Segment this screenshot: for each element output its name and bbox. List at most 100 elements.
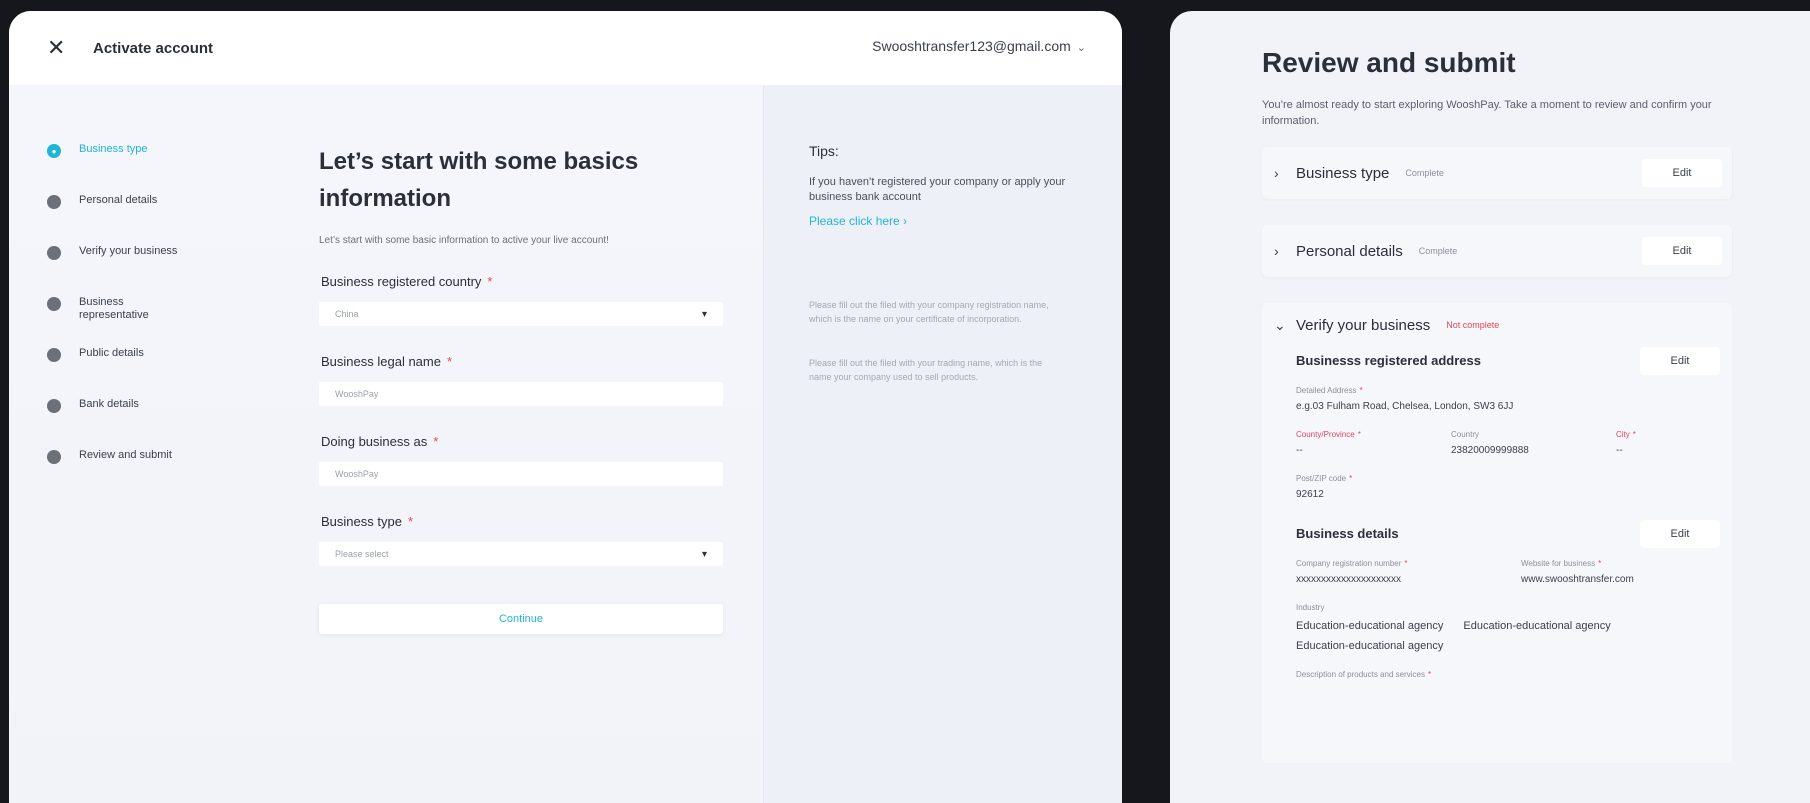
account-menu[interactable]: Swooshtransfer123@gmail.com ⌄: [872, 38, 1086, 54]
section-personal-details[interactable]: › Personal details Complete Edit: [1262, 225, 1732, 277]
field-label: City *: [1616, 430, 1636, 439]
step-label: Business type: [79, 143, 148, 155]
registered-address-block: Businesss registered address Edit Detail…: [1274, 347, 1720, 500]
field-legal-name: Business legal name * WooshPay: [319, 354, 723, 406]
section-business-type[interactable]: › Business type Complete Edit: [1262, 147, 1732, 199]
field-value: 92612: [1296, 489, 1324, 500]
edit-button[interactable]: Edit: [1640, 520, 1720, 548]
tips-panel: Tips: If you haven’t registered your com…: [763, 85, 1122, 803]
form-title: Let’s start with some basics information: [319, 148, 639, 212]
step-icon: [47, 399, 61, 413]
section-verify-business: ⌄ Verify your business Not complete Busi…: [1262, 303, 1732, 763]
section-header[interactable]: ⌄ Verify your business Not complete: [1274, 311, 1720, 339]
business-type-select[interactable]: Please select ▾: [319, 542, 723, 566]
field-value: xxxxxxxxxxxxxxxxxxxxx: [1296, 574, 1401, 585]
field-label: Description of products and services *: [1296, 670, 1432, 679]
field-label: Detailed Address *: [1296, 386, 1363, 395]
chevron-down-icon: ▾: [701, 548, 707, 560]
continue-button[interactable]: Continue: [319, 604, 723, 634]
close-icon[interactable]: ✕: [47, 37, 71, 59]
step-public-details[interactable]: Public details: [47, 347, 189, 398]
section-title: Personal details: [1296, 242, 1403, 260]
top-bar: ✕ Activate account Swooshtransfer123@gma…: [9, 11, 1122, 85]
field-label: Business registered country *: [321, 274, 493, 289]
field-value: --: [1296, 445, 1303, 456]
field-label: Doing business as *: [321, 434, 439, 449]
stepper: ● Business type Personal details Verify …: [47, 143, 189, 500]
step-label: Business representative: [79, 296, 149, 321]
country-select[interactable]: China ▾: [319, 302, 723, 326]
step-label: Verify your business: [79, 245, 178, 257]
section-status: Complete: [1405, 168, 1444, 178]
field-value: 23820009999888: [1451, 445, 1529, 456]
industry-value: Education-educational agency: [1296, 620, 1444, 632]
industry-values: Education-educational agency Education-e…: [1296, 612, 1696, 652]
edit-button[interactable]: Edit: [1642, 159, 1722, 187]
field-label: Business legal name *: [321, 354, 453, 369]
tips-hint-legal-name: Please fill out the filed with your comp…: [809, 300, 1049, 324]
tips-link[interactable]: Please click here ›: [809, 214, 1079, 228]
activate-account-window: ✕ Activate account Swooshtransfer123@gma…: [9, 11, 1122, 803]
field-label: Country: [1451, 430, 1480, 439]
step-icon: [47, 450, 61, 464]
input-value: WooshPay: [335, 389, 379, 399]
edit-button[interactable]: Edit: [1640, 347, 1720, 375]
tips-text: If you haven’t registered your company o…: [809, 176, 1066, 203]
review-content: Review and submit You’re almost ready to…: [1262, 47, 1732, 763]
step-icon: [47, 195, 61, 209]
step-icon: [47, 246, 61, 260]
step-icon: [47, 297, 61, 311]
step-business-type[interactable]: ● Business type: [47, 143, 189, 194]
chevron-down-icon: ▾: [701, 308, 707, 320]
review-subtitle: You’re almost ready to start exploring W…: [1262, 99, 1712, 127]
chevron-right-icon: ›: [1274, 243, 1279, 259]
main-content: ● Business type Personal details Verify …: [9, 85, 763, 803]
industry-value: Education-educational agency: [1463, 620, 1611, 632]
step-verify-business[interactable]: Verify your business: [47, 245, 189, 296]
section-status: Not complete: [1446, 320, 1500, 330]
chevron-down-icon: ⌄: [1076, 42, 1086, 54]
field-value: --: [1616, 445, 1623, 456]
page-title: Activate account: [93, 39, 214, 57]
business-details-block: Business details Edit Company registrati…: [1274, 520, 1720, 679]
field-dba: Doing business as * WooshPay: [319, 434, 723, 486]
account-email: Swooshtransfer123@gmail.com: [872, 38, 1071, 54]
form-subtitle: Let’s start with some basic information …: [319, 235, 609, 246]
field-label: Post/ZIP code *: [1296, 474, 1353, 483]
field-business-type: Business type * Please select ▾: [319, 514, 723, 566]
dba-input[interactable]: WooshPay: [319, 462, 723, 486]
chevron-right-icon: ›: [1274, 165, 1279, 181]
field-label: Website for business *: [1521, 559, 1602, 568]
section-title: Verify your business: [1296, 316, 1431, 334]
step-icon: [47, 348, 61, 362]
step-personal-details[interactable]: Personal details: [47, 194, 189, 245]
field-value: e.g.03 Fulham Road, Chelsea, London, SW3…: [1296, 401, 1514, 412]
step-label: Public details: [79, 347, 144, 359]
review-window: Review and submit You’re almost ready to…: [1170, 11, 1810, 803]
step-review-submit[interactable]: Review and submit: [47, 449, 189, 500]
select-value: China: [335, 309, 359, 319]
field-country: Business registered country * China ▾: [319, 274, 723, 326]
step-business-representative[interactable]: Business representative: [47, 296, 189, 347]
input-value: WooshPay: [335, 469, 379, 479]
legal-name-input[interactable]: WooshPay: [319, 382, 723, 406]
step-bank-details[interactable]: Bank details: [47, 398, 189, 449]
field-value: www.swooshtransfer.com: [1521, 574, 1634, 585]
field-label: County/Province *: [1296, 430, 1361, 439]
step-label: Review and submit: [79, 449, 172, 461]
select-placeholder: Please select: [335, 549, 389, 559]
section-status: Complete: [1418, 246, 1458, 256]
industry-value: Education-educational agency: [1296, 640, 1444, 652]
tips-hint-dba: Please fill out the filed with your trad…: [809, 358, 1043, 382]
review-title: Review and submit: [1262, 47, 1516, 78]
step-label: Personal details: [79, 194, 158, 206]
field-label: Business type *: [321, 514, 413, 529]
basics-form: Let’s start with some basics information…: [319, 143, 723, 634]
section-title: Business type: [1296, 164, 1390, 182]
field-label: Company registration number *: [1296, 559, 1408, 568]
chevron-down-icon: ⌄: [1274, 316, 1286, 333]
step-active-icon: ●: [47, 144, 61, 158]
tips-title: Tips:: [809, 143, 839, 159]
edit-button[interactable]: Edit: [1642, 237, 1722, 265]
step-label: Bank details: [79, 398, 139, 410]
